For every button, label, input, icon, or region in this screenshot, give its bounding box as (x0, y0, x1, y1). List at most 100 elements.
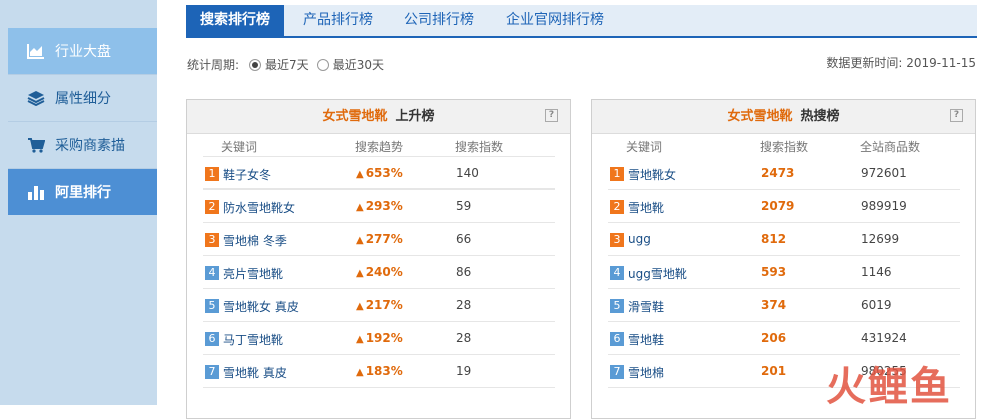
trend-value: 192% (365, 331, 403, 345)
sidebar-item-industry-overview[interactable]: 行业大盘 (8, 28, 157, 74)
trend-value: 240% (365, 265, 403, 279)
col-index: 搜索指数 (455, 140, 504, 154)
table-row: 1 雪地靴女 2473 972601 (608, 157, 960, 190)
search-index: 593 (761, 265, 787, 279)
rank-badge: 6 (205, 332, 219, 346)
keyword-link[interactable]: 雪地棉 冬季 (223, 232, 287, 249)
tab-product-ranking[interactable]: 产品排行榜 (303, 5, 373, 36)
keyword-link[interactable]: 雪地鞋 (628, 331, 664, 348)
product-count: 989919 (861, 199, 907, 213)
radio-30days[interactable] (316, 58, 329, 71)
search-index: 374 (761, 298, 787, 312)
tab-company-ranking[interactable]: 公司排行榜 (404, 5, 474, 36)
keyword-link[interactable]: ugg雪地靴 (628, 265, 687, 282)
col-keyword: 关键词 (626, 140, 663, 154)
table-row: 3 ugg 812 12699 (608, 223, 960, 256)
rank-badge: 5 (610, 299, 624, 313)
search-trend: ▲ 293% (356, 199, 403, 213)
rank-badge: 5 (205, 299, 219, 313)
keyword-link[interactable]: 鞋子女冬 (223, 166, 271, 183)
arrow-up-icon: ▲ (356, 202, 364, 213)
arrow-up-icon: ▲ (356, 169, 364, 180)
sidebar: 行业大盘 属性细分 采购商素描 阿里排行 (0, 0, 157, 405)
help-icon[interactable]: ? (545, 109, 558, 122)
cart-icon (26, 135, 46, 155)
tab-search-ranking[interactable]: 搜索排行榜 (186, 5, 284, 36)
rising-panel-header: 女式雪地靴 上升榜 ? (187, 100, 570, 134)
sidebar-item-label: 阿里排行 (55, 185, 111, 201)
search-index: 86 (456, 265, 472, 279)
keyword-link[interactable]: 马丁雪地靴 (223, 331, 283, 348)
rank-badge: 3 (205, 233, 219, 247)
keyword-link[interactable]: ugg (628, 232, 651, 246)
keyword-link[interactable]: 雪地靴女 (628, 166, 676, 183)
sidebar-item-buyer-profile[interactable]: 采购商素描 (8, 122, 157, 168)
search-index: 206 (761, 331, 787, 345)
table-row: 7 雪地靴 真皮 ▲ 183% 19 (203, 355, 555, 388)
rank-badge: 6 (610, 332, 624, 346)
keyword-link[interactable]: 雪地棉 (628, 364, 664, 381)
table-row: 6 马丁雪地靴 ▲ 192% 28 (203, 322, 555, 355)
search-index: 66 (456, 232, 472, 246)
radio-7days[interactable] (249, 58, 262, 71)
search-index: 140 (456, 166, 479, 180)
col-trend: 搜索趋势 (355, 140, 404, 154)
help-icon[interactable]: ? (950, 109, 963, 122)
keyword-link[interactable]: 亮片雪地靴 (223, 265, 283, 282)
radio-7days-label[interactable]: 最近7天 (265, 56, 309, 73)
search-trend: ▲ 192% (356, 331, 403, 345)
radio-30days-label[interactable]: 最近30天 (333, 56, 384, 73)
sidebar-item-label: 采购商素描 (55, 138, 125, 154)
arrow-up-icon: ▲ (356, 334, 364, 345)
arrow-up-icon: ▲ (356, 301, 364, 312)
trend-value: 277% (365, 232, 403, 246)
search-trend: ▲ 183% (356, 364, 403, 378)
chart-area-icon (26, 41, 46, 61)
sidebar-item-attributes[interactable]: 属性细分 (8, 75, 157, 121)
search-index: 812 (761, 232, 787, 246)
product-count: 12699 (861, 232, 900, 246)
search-index: 28 (456, 298, 472, 312)
keyword-link[interactable]: 雪地靴 (628, 199, 664, 216)
sidebar-item-ali-ranking[interactable]: 阿里排行 (8, 169, 157, 215)
rank-badge: 1 (205, 167, 219, 181)
trend-value: 653% (365, 166, 403, 180)
rank-badge: 4 (205, 266, 219, 280)
search-trend: ▲ 277% (356, 232, 403, 246)
table-row: 3 雪地棉 冬季 ▲ 277% 66 (203, 223, 555, 256)
search-index: 201 (761, 364, 787, 378)
rank-badge: 3 (610, 233, 624, 247)
keyword-link[interactable]: 防水雪地靴女 (223, 199, 295, 216)
panel-category: 女式雪地靴 (727, 109, 793, 124)
col-index: 搜索指数 (760, 140, 809, 154)
arrow-up-icon: ▲ (356, 367, 364, 378)
bar-chart-icon (26, 182, 46, 202)
rank-badge: 4 (610, 266, 624, 280)
panel-title: 上升榜 (395, 109, 435, 124)
search-index: 59 (456, 199, 472, 213)
tab-website-ranking[interactable]: 企业官网排行榜 (506, 5, 604, 36)
rank-badge: 7 (205, 365, 219, 379)
sidebar-item-label: 行业大盘 (55, 44, 111, 60)
table-row: 2 防水雪地靴女 ▲ 293% 59 (203, 190, 555, 223)
layers-icon (26, 88, 46, 108)
product-count: 972601 (861, 166, 907, 180)
watermark: 火鲤鱼 (826, 364, 952, 410)
table-row: 4 ugg雪地靴 593 1146 (608, 256, 960, 289)
rank-badge: 7 (610, 365, 624, 379)
hot-panel-header: 女式雪地靴 热搜榜 ? (592, 100, 975, 134)
trend-value: 217% (365, 298, 403, 312)
period-label: 统计周期: (187, 58, 240, 72)
ranking-tabs: 搜索排行榜 产品排行榜 公司排行榜 企业官网排行榜 (186, 5, 977, 38)
update-label: 数据更新时间: (826, 56, 903, 70)
keyword-link[interactable]: 雪地靴女 真皮 (223, 298, 299, 315)
rank-badge: 2 (205, 200, 219, 214)
search-trend: ▲ 217% (356, 298, 403, 312)
table-row: 5 雪地靴女 真皮 ▲ 217% 28 (203, 289, 555, 322)
trend-value: 183% (365, 364, 403, 378)
trend-value: 293% (365, 199, 403, 213)
keyword-link[interactable]: 滑雪鞋 (628, 298, 664, 315)
period-selector: 统计周期: 最近7天 最近30天 (187, 56, 384, 73)
keyword-link[interactable]: 雪地靴 真皮 (223, 364, 287, 381)
rank-badge: 1 (610, 167, 624, 181)
